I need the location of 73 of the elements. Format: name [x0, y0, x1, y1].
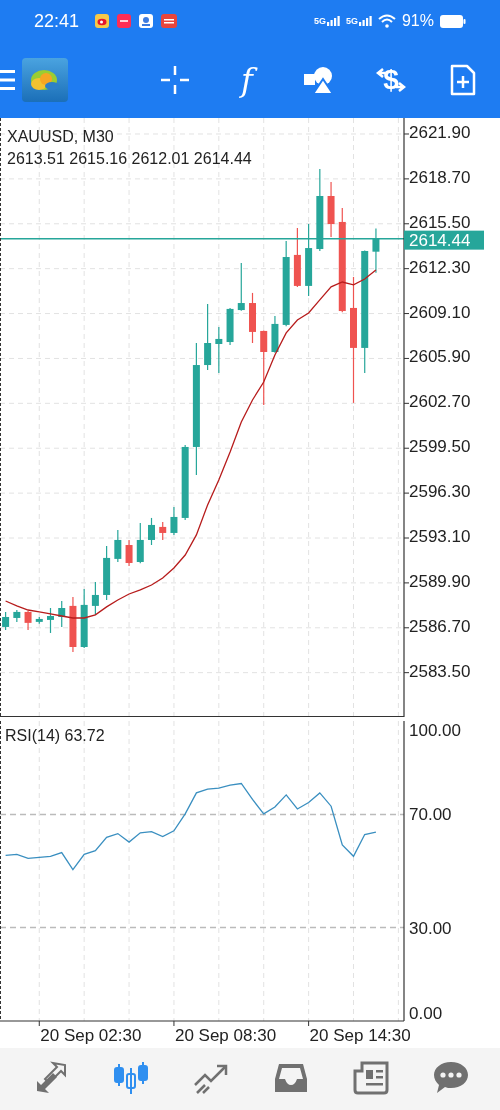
candlestick	[237, 262, 245, 312]
network-type: 5G	[313, 16, 326, 26]
inbox-icon	[274, 1061, 308, 1095]
candlestick	[125, 539, 133, 567]
battery-icon	[440, 14, 466, 28]
candlestick	[170, 506, 178, 536]
axis-label: 2583.50	[409, 661, 471, 681]
candlestick	[148, 517, 155, 546]
candlestick-icon	[113, 1060, 149, 1096]
candlestick	[293, 227, 301, 288]
notification-icon	[139, 14, 154, 28]
candlestick	[271, 315, 279, 354]
price-label: 2614.44	[404, 230, 484, 250]
candlestick	[58, 600, 66, 628]
axis-label: 2589.90	[409, 571, 471, 591]
axis-label: 2618.70	[409, 167, 471, 187]
candlestick	[226, 307, 234, 346]
axis-label: 100.00	[409, 721, 461, 740]
candlestick	[204, 303, 212, 371]
candlestick	[136, 522, 144, 564]
crosshair-icon	[160, 65, 190, 95]
notification-icon	[95, 14, 110, 28]
candlestick	[80, 588, 88, 649]
candlestick	[2, 611, 10, 631]
candlestick	[13, 609, 21, 623]
wifi-icon	[377, 14, 396, 28]
candlestick	[327, 181, 335, 238]
battery-level: 91%	[401, 12, 434, 30]
axis-label: 0.00	[409, 1003, 443, 1023]
axis-label: 2612.30	[409, 257, 471, 277]
chart-title: XAUUSD, M30	[7, 128, 114, 145]
axis-label: 2602.70	[409, 392, 471, 412]
notification-icon	[161, 14, 178, 28]
candlestick	[114, 529, 122, 563]
axis-label: 2605.90	[409, 347, 471, 367]
notification-icon	[117, 14, 132, 28]
candlestick	[215, 326, 223, 374]
time-label: 20 Sep 08:30	[174, 1026, 277, 1044]
axis-label: 30.00	[409, 918, 452, 938]
candlestick	[372, 227, 380, 274]
candlestick	[91, 581, 99, 616]
time-label: 20 Sep 14:30	[309, 1026, 411, 1044]
axis-label: 2615.50	[409, 212, 471, 232]
clock: 22:41	[34, 10, 80, 32]
new-document-icon	[450, 64, 476, 96]
axis-label: 2586.70	[409, 616, 471, 636]
axis-label: 2593.10	[409, 527, 471, 546]
menu-icon[interactable]	[0, 69, 15, 91]
indicators-button[interactable]: f	[211, 52, 283, 108]
candlestick	[47, 607, 54, 634]
indicator-title: RSI(14) 63.72	[5, 727, 105, 744]
candlestick	[159, 521, 167, 541]
trade-button[interactable]: $	[355, 52, 427, 108]
ref-line-label: 2614.44	[409, 230, 471, 250]
newspaper-icon	[353, 1061, 389, 1095]
axis-label: 70.00	[409, 805, 452, 825]
signal-icon	[358, 16, 372, 26]
axis-label: 2621.90	[409, 123, 471, 142]
time-label: 20 Sep 02:30	[40, 1026, 142, 1044]
axis-label: 2599.50	[409, 437, 471, 457]
ohlc-values: 2613.51 2615.16 2612.01 2614.44	[7, 150, 252, 167]
logo-icon[interactable]	[22, 58, 68, 102]
network-type: 5G	[345, 16, 358, 26]
candlestick	[24, 610, 32, 631]
axis-label: 2596.30	[409, 482, 471, 502]
candlestick	[35, 616, 43, 625]
candlestick	[249, 292, 256, 344]
chat-icon	[433, 1061, 469, 1095]
shapes-icon	[304, 66, 334, 94]
signal-icon	[326, 16, 340, 26]
axis-label: 2609.10	[409, 302, 471, 322]
candlestick	[69, 596, 77, 653]
candlestick	[103, 545, 111, 601]
